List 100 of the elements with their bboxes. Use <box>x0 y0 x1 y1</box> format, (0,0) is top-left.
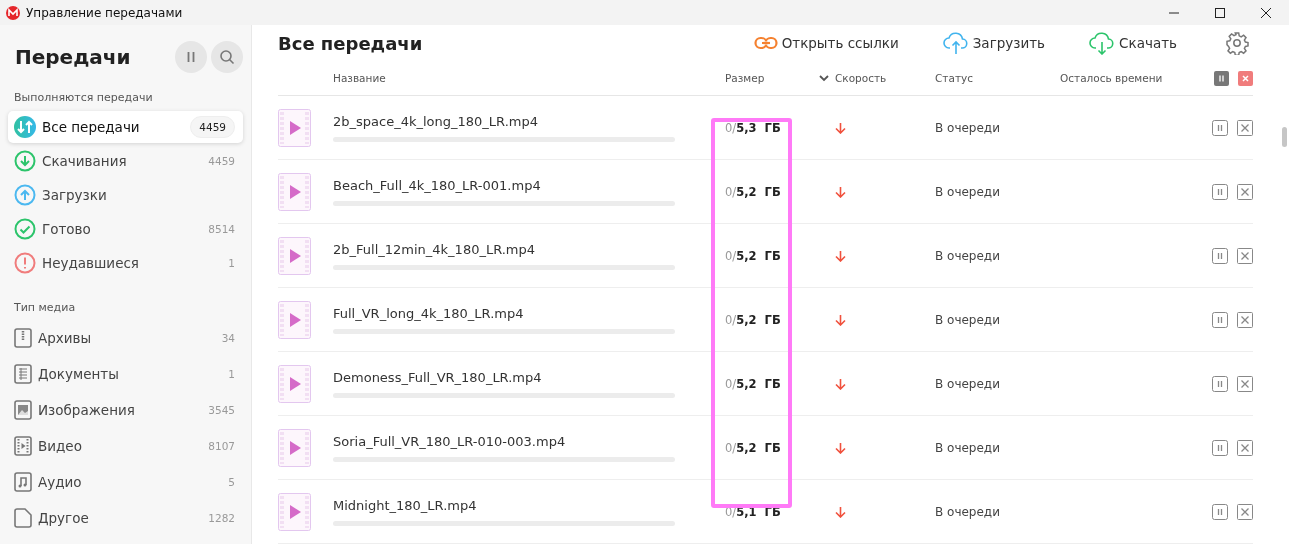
column-header[interactable]: Размер <box>725 72 765 84</box>
item-count: 4459 <box>208 155 235 167</box>
cancel-all-icon[interactable] <box>1238 70 1253 86</box>
download-arrow-icon <box>835 185 846 198</box>
music-note-icon <box>14 472 32 492</box>
section-heading: Выполняются передачи <box>13 90 154 106</box>
cancel-button[interactable] <box>1237 183 1253 200</box>
status-text: В очереди <box>935 376 1001 391</box>
pause-icon <box>186 51 196 63</box>
upload-button[interactable]: Загрузить <box>942 31 1046 55</box>
open-links-button[interactable]: Открыть ссылки <box>753 35 899 51</box>
close-icon <box>1261 7 1271 18</box>
pause-button[interactable] <box>1212 311 1228 328</box>
status-text: В очереди <box>935 248 1001 263</box>
item-label: Все передачи <box>42 119 141 135</box>
item-label: Изображения <box>38 402 136 418</box>
status-text: В очереди <box>935 504 1001 519</box>
pause-button[interactable] <box>1212 503 1228 520</box>
settings-button[interactable] <box>1225 31 1249 55</box>
sidebar-item[interactable]: Готово 8514 <box>8 213 243 245</box>
sidebar-item[interactable]: Скачивания 4459 <box>8 145 243 177</box>
video-file-icon <box>278 108 311 147</box>
maximize-icon <box>1215 7 1225 18</box>
item-label: Неудавшиеся <box>42 255 140 271</box>
item-count: 8107 <box>208 440 235 452</box>
item-count: 5 <box>228 476 235 488</box>
section-heading: Тип медиа <box>13 300 77 316</box>
file-size: 0/5,3 ГБ <box>725 120 782 135</box>
upload-circle-icon <box>14 184 36 206</box>
item-count: 4459 <box>190 116 235 138</box>
image-icon <box>14 400 32 420</box>
cancel-button[interactable] <box>1237 311 1253 328</box>
cancel-button[interactable] <box>1237 119 1253 136</box>
column-header[interactable]: Статус <box>935 72 1060 84</box>
item-count: 1282 <box>208 512 235 524</box>
file-size: 0/5,2 ГБ <box>725 248 782 263</box>
pause-button[interactable] <box>1212 247 1228 264</box>
app-logo-icon <box>6 5 20 20</box>
item-label: Другое <box>38 510 90 526</box>
search-button[interactable] <box>211 41 243 73</box>
item-count: 3545 <box>208 404 235 416</box>
download-arrow-icon <box>835 505 846 518</box>
download-arrow-icon <box>835 121 846 134</box>
sidebar-item[interactable]: Документы 1 <box>8 357 243 391</box>
arrows-circle-icon <box>14 116 36 138</box>
pause-button[interactable] <box>1212 439 1228 456</box>
item-label: Скачивания <box>42 153 128 169</box>
item-count: 8514 <box>208 223 235 235</box>
sidebar-item[interactable]: Неудавшиеся 1 <box>8 247 243 279</box>
pause-button[interactable] <box>1212 183 1228 200</box>
sidebar-item[interactable]: Видео 8107 <box>8 429 243 463</box>
item-label: Документы <box>38 366 120 382</box>
item-label: Аудио <box>38 474 83 490</box>
exclamation-circle-icon <box>14 252 36 274</box>
scrollbar-thumb[interactable] <box>1282 127 1287 147</box>
pause-button[interactable] <box>1212 375 1228 392</box>
download-button[interactable]: Скачать <box>1089 31 1177 55</box>
sort-chevron-icon[interactable] <box>819 74 829 82</box>
file-name: Midnight_180_LR.mp4 <box>333 497 478 513</box>
pause-button[interactable] <box>1212 119 1228 136</box>
download-arrow-icon <box>835 249 846 262</box>
search-icon <box>219 49 235 65</box>
file-size: 0/5,2 ГБ <box>725 440 782 455</box>
sidebar-item[interactable]: Аудио 5 <box>8 465 243 499</box>
cancel-button[interactable] <box>1237 439 1253 456</box>
check-circle-icon <box>14 218 36 240</box>
file-name: Beach_Full_4k_180_LR-001.mp4 <box>333 177 542 193</box>
file-icon <box>14 508 32 528</box>
video-file-icon <box>278 364 311 403</box>
pause-all-icon[interactable] <box>1214 70 1229 86</box>
column-header[interactable]: Название <box>333 72 725 84</box>
window-title: Управление передачами <box>26 5 183 20</box>
download-arrow-icon <box>835 441 846 454</box>
sidebar-item[interactable]: Другое 1282 <box>8 501 243 535</box>
item-count: 1 <box>228 257 235 269</box>
sidebar-item[interactable]: Все передачи 4459 <box>8 111 243 143</box>
video-file-icon <box>278 428 311 467</box>
cloud-download-icon <box>1089 31 1116 55</box>
column-header[interactable]: Осталось времени <box>1060 72 1193 84</box>
cloud-upload-icon <box>942 31 969 55</box>
status-text: В очереди <box>935 440 1001 455</box>
item-count: 34 <box>221 332 235 344</box>
pause-all-button[interactable] <box>175 41 207 73</box>
file-name: 2b_Full_12min_4k_180_LR.mp4 <box>333 241 537 257</box>
item-label: Видео <box>38 438 83 454</box>
sidebar-item[interactable]: Архивы 34 <box>8 321 243 355</box>
item-count: 1 <box>228 368 235 380</box>
file-name: 2b_space_4k_long_180_LR.mp4 <box>333 113 539 129</box>
file-size: 0/5,2 ГБ <box>725 376 782 391</box>
cancel-button[interactable] <box>1237 375 1253 392</box>
file-size: 0/5,2 ГБ <box>725 184 782 199</box>
item-label: Готово <box>42 221 92 237</box>
download-circle-icon <box>14 150 36 172</box>
sidebar-item[interactable]: Изображения 3545 <box>8 393 243 427</box>
item-label: Архивы <box>38 330 93 346</box>
cancel-button[interactable] <box>1237 503 1253 520</box>
cancel-button[interactable] <box>1237 247 1253 264</box>
column-header[interactable]: Скорость <box>835 72 935 84</box>
sidebar-title: Передачи <box>15 45 132 69</box>
sidebar-item[interactable]: Загрузки <box>8 179 243 211</box>
